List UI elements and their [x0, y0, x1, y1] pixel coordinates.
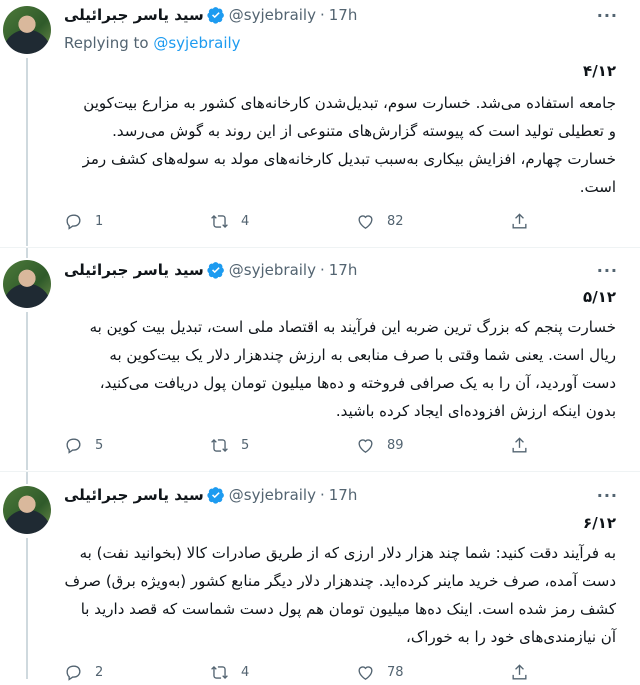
like-button[interactable]: 89 [356, 436, 404, 455]
share-button[interactable] [510, 212, 541, 231]
share-icon [512, 437, 527, 453]
heart-icon [358, 439, 373, 454]
heart-icon [358, 215, 373, 230]
avatar[interactable] [3, 260, 51, 308]
display-name[interactable]: سید یاسر جبرائیلی [64, 261, 204, 279]
display-name[interactable]: سید یاسر جبرائیلی [64, 486, 204, 504]
thread-line [26, 472, 28, 484]
thread-counter: ۶/۱۲ [583, 514, 616, 532]
reply-button[interactable]: 1 [64, 212, 103, 231]
separator-dot: · [319, 261, 325, 279]
replying-to-handle[interactable]: @syjebraily [153, 34, 240, 52]
thread-counter: ۴/۱۲ [583, 62, 616, 80]
handle[interactable]: @syjebraily [229, 486, 316, 504]
thread-counter: ۵/۱۲ [583, 288, 616, 306]
like-count: 78 [387, 665, 404, 680]
timestamp[interactable]: 17h [329, 6, 358, 24]
handle[interactable]: @syjebraily [229, 261, 316, 279]
retweet-button[interactable]: 4 [210, 663, 249, 682]
separator-dot: · [319, 486, 325, 504]
tweet-header: سید یاسر جبرائیلی @syjebraily · 17h [64, 484, 640, 506]
retweet-icon [211, 215, 228, 228]
replying-to-label: Replying to [64, 34, 149, 52]
like-count: 89 [387, 438, 404, 453]
thread-line [26, 538, 28, 679]
separator-dot: · [319, 6, 325, 24]
reply-count: 5 [95, 438, 104, 453]
share-button[interactable] [510, 663, 541, 682]
retweet-button[interactable]: 4 [210, 212, 249, 231]
reply-icon [66, 438, 81, 454]
reply-count: 2 [95, 665, 104, 680]
tweet-actions: 5 5 89 [64, 436, 540, 458]
share-icon [512, 213, 527, 229]
retweet-count: 5 [241, 438, 250, 453]
avatar[interactable] [3, 486, 51, 534]
tweet-text: به فرآیند دقت کنید: شما چند هزار دلار ار… [64, 544, 616, 646]
avatar[interactable] [3, 6, 51, 54]
reply-count: 1 [95, 214, 104, 229]
like-button[interactable]: 78 [356, 663, 404, 682]
like-count: 82 [387, 214, 404, 229]
verified-badge-icon [207, 262, 224, 279]
tweet-6-of-12[interactable]: سید یاسر جبرائیلی @syjebraily · 17h ··· … [0, 472, 640, 681]
thread-line [26, 248, 28, 258]
tweet-4-of-12[interactable]: سید یاسر جبرائیلی @syjebraily · 17h ··· … [0, 0, 640, 246]
display-name[interactable]: سید یاسر جبرائیلی [64, 6, 204, 24]
tweet-text: خسارت پنجم که بزرگ ترین ضربه این فرآیند … [89, 318, 616, 420]
reply-button[interactable]: 5 [64, 436, 103, 455]
retweet-icon [211, 666, 228, 679]
handle[interactable]: @syjebraily [229, 6, 316, 24]
retweet-count: 4 [241, 665, 250, 680]
retweet-button[interactable]: 5 [210, 436, 249, 455]
heart-icon [358, 666, 373, 681]
tweet-actions: 1 4 82 [64, 212, 540, 234]
tweet-header: سید یاسر جبرائیلی @syjebraily · 17h [64, 259, 640, 281]
retweet-icon [211, 439, 228, 452]
like-button[interactable]: 82 [356, 212, 404, 231]
retweet-count: 4 [241, 214, 250, 229]
more-options-button[interactable]: ··· [597, 486, 618, 505]
more-options-button[interactable]: ··· [597, 6, 618, 25]
share-icon [512, 664, 527, 680]
thread-line [26, 312, 28, 470]
tweet-text: جامعه استفاده می‌شد. خسارت سوم، تبدیل‌شد… [82, 94, 616, 196]
more-options-button[interactable]: ··· [597, 261, 618, 280]
replying-to: Replying to @syjebraily [64, 34, 241, 52]
reply-button[interactable]: 2 [64, 663, 103, 682]
verified-badge-icon [207, 487, 224, 504]
timestamp[interactable]: 17h [329, 261, 358, 279]
tweet-actions: 2 4 78 [64, 663, 540, 685]
tweet-5-of-12[interactable]: سید یاسر جبرائیلی @syjebraily · 17h ··· … [0, 248, 640, 470]
reply-icon [66, 214, 81, 230]
reply-icon [66, 665, 81, 681]
verified-badge-icon [207, 7, 224, 24]
thread-line [26, 58, 28, 246]
share-button[interactable] [510, 436, 541, 455]
timestamp[interactable]: 17h [329, 486, 358, 504]
tweet-header: سید یاسر جبرائیلی @syjebraily · 17h [64, 4, 640, 26]
